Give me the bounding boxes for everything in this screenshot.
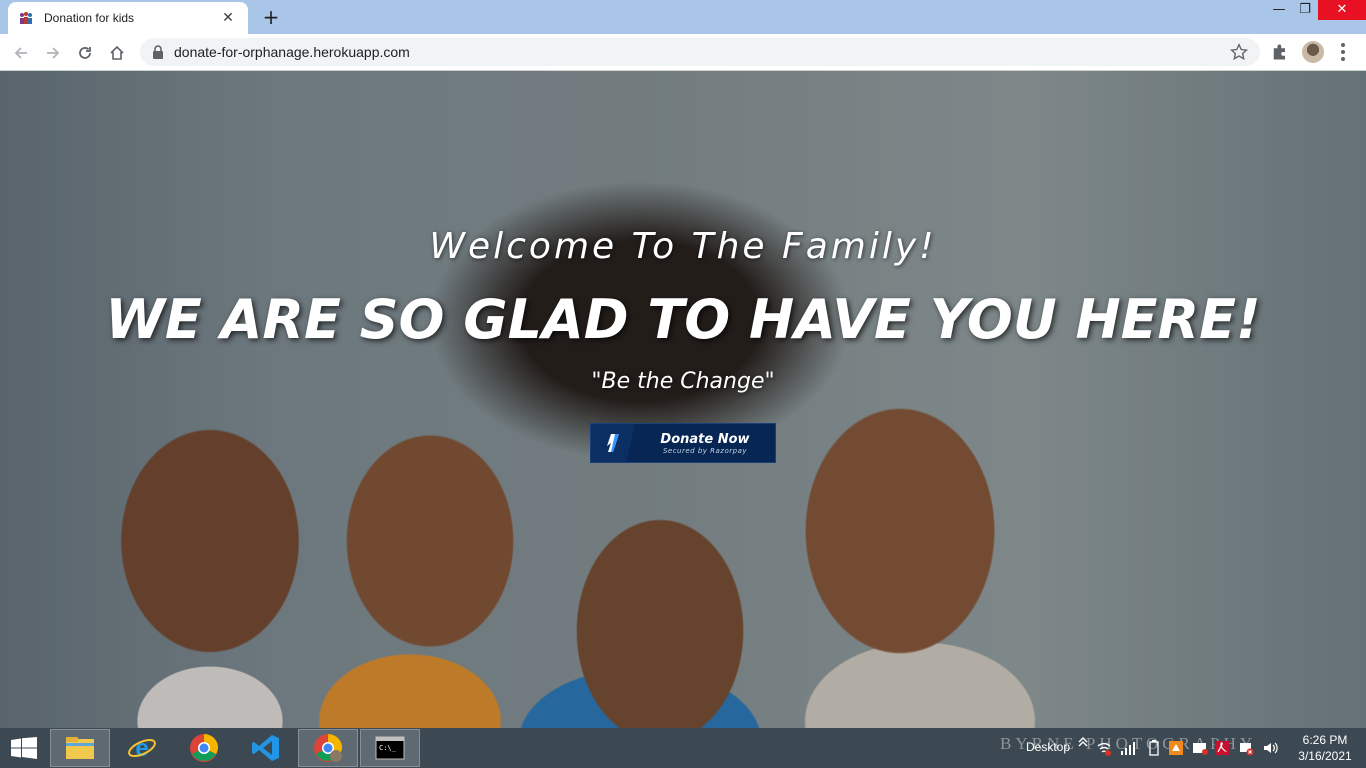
adobe-reader-icon[interactable] <box>1214 740 1230 756</box>
reload-button[interactable] <box>72 40 98 66</box>
windows-logo-icon <box>11 737 37 759</box>
back-button[interactable] <box>8 40 34 66</box>
home-button[interactable] <box>104 40 130 66</box>
tab-close-icon[interactable]: ✕ <box>218 10 238 26</box>
tab-strip: Donation for kids ✕ + — ❐ ✕ <box>0 0 1366 34</box>
url-text[interactable]: donate-for-orphanage.herokuapp.com <box>174 44 410 60</box>
signal-bars-icon[interactable] <box>1120 740 1136 756</box>
tab-donation[interactable]: Donation for kids ✕ <box>8 2 248 34</box>
new-tab-button[interactable]: + <box>258 4 284 30</box>
chrome-icon <box>190 733 219 762</box>
wifi-icon[interactable] <box>1096 740 1112 756</box>
battery-icon[interactable] <box>1146 740 1162 756</box>
donate-text: Donate Now Secured by Razorpay <box>635 432 775 455</box>
taskbar-chrome-active[interactable] <box>298 729 358 767</box>
lock-icon <box>153 45 163 59</box>
app-tray-icon[interactable] <box>1168 740 1184 756</box>
window-close-button[interactable]: ✕ <box>1318 0 1366 20</box>
clock-date: 3/16/2021 <box>1298 749 1352 763</box>
taskbar-chrome[interactable] <box>174 729 234 767</box>
hero-section: Welcome To The Family! WE ARE SO GLAD TO… <box>0 71 1366 728</box>
taskbar-clock[interactable]: 6:26 PM 3/16/2021 <box>1290 732 1360 764</box>
taskbar-vscode[interactable] <box>236 729 296 767</box>
chrome-profile-icon <box>314 733 343 762</box>
home-icon <box>110 45 124 60</box>
svg-text:C:\_: C:\_ <box>379 744 397 752</box>
network-error-icon[interactable] <box>1238 740 1254 756</box>
reload-icon <box>79 47 91 59</box>
taskbar-file-explorer[interactable] <box>50 729 110 767</box>
bookmark-star-icon[interactable] <box>1230 43 1248 61</box>
forward-arrow-icon <box>47 47 60 59</box>
browser-toolbar: donate-for-orphanage.herokuapp.com <box>0 34 1366 71</box>
extensions-puzzle-icon[interactable] <box>1270 42 1290 62</box>
svg-text:e: e <box>135 735 148 762</box>
internet-explorer-icon: e <box>128 735 156 762</box>
start-button[interactable] <box>0 729 48 767</box>
donate-label: Donate Now <box>660 431 750 447</box>
volume-icon[interactable] <box>1262 740 1278 756</box>
main-headline: WE ARE SO GLAD TO HAVE YOU HERE! <box>105 288 1261 351</box>
minimize-button[interactable]: — <box>1265 0 1293 20</box>
maximize-button[interactable]: ❐ <box>1291 0 1319 20</box>
address-bar[interactable]: donate-for-orphanage.herokuapp.com <box>140 38 1260 66</box>
donate-sublabel: Secured by Razorpay <box>662 446 748 455</box>
windows-taskbar: e C:\_ BYRNE PHOTOGRAPHY Desktop 6:26 PM… <box>0 728 1366 768</box>
razorpay-logo-icon <box>591 424 635 462</box>
profile-avatar[interactable] <box>1302 41 1324 63</box>
children-favicon-icon <box>18 10 34 26</box>
forward-button[interactable] <box>40 40 66 66</box>
slogan-quote: "Be the Change" <box>591 369 775 394</box>
clock-time: 6:26 PM <box>1302 733 1348 747</box>
terminal-icon: C:\_ <box>375 736 405 760</box>
back-arrow-icon <box>14 47 27 59</box>
hero-photo-overlay <box>0 71 1366 728</box>
show-more-chevron-icon[interactable] <box>1076 736 1092 752</box>
tab-title: Donation for kids <box>44 11 135 25</box>
folder-icon <box>66 737 94 759</box>
desktop-toolbar-label[interactable]: Desktop <box>1026 740 1070 754</box>
vscode-icon <box>252 735 279 761</box>
donate-now-button[interactable]: Donate Now Secured by Razorpay <box>590 423 776 463</box>
browser-menu-icon[interactable] <box>1335 42 1351 62</box>
taskbar-internet-explorer[interactable]: e <box>112 729 172 767</box>
taskbar-command-prompt[interactable]: C:\_ <box>360 729 420 767</box>
welcome-heading: Welcome To The Family! <box>429 226 937 267</box>
notification-icon[interactable] <box>1192 740 1208 756</box>
